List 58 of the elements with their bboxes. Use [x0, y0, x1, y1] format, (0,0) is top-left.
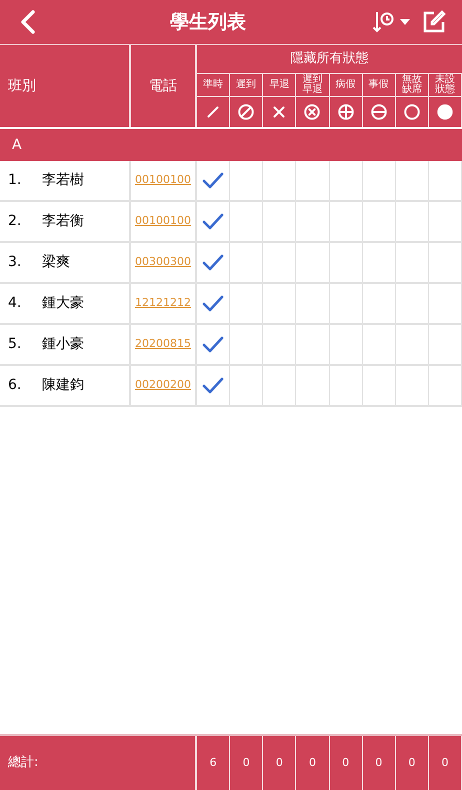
edit-icon: [422, 10, 446, 34]
phone-link[interactable]: 00300300: [135, 254, 191, 271]
phone-link[interactable]: 00100100: [135, 172, 191, 189]
phone-link[interactable]: 20200815: [135, 336, 191, 353]
status-header: 未設狀態: [434, 75, 455, 95]
sort-button[interactable]: [372, 10, 410, 34]
status-header: 事假: [368, 80, 389, 90]
check-icon: [202, 212, 224, 230]
row-number: 4.: [8, 294, 22, 313]
phone-link[interactable]: 00200200: [135, 377, 191, 394]
status-header: 遲到: [236, 80, 256, 90]
student-name: 李若衡: [42, 212, 84, 231]
status-header: 病假: [336, 80, 356, 90]
hide-all-statuses-button[interactable]: 隱藏所有狀態: [197, 45, 462, 74]
student-name: 李若樹: [42, 171, 84, 190]
status-header: 準時: [203, 80, 224, 90]
row-number: 1.: [8, 171, 22, 190]
phone-link[interactable]: 12121212: [135, 295, 191, 312]
check-icon: [202, 376, 224, 394]
total-count: 6: [210, 754, 217, 771]
status-header: 遲到早退: [302, 75, 322, 95]
edit-button[interactable]: [422, 10, 446, 34]
circle-plus-icon: [336, 103, 355, 121]
student-name: 鍾小豪: [42, 335, 84, 354]
check-icon: [202, 172, 224, 190]
check-icon: [202, 294, 224, 312]
total-count: 0: [375, 754, 382, 771]
filled-circle-icon: [436, 103, 454, 121]
caret-icon: [400, 19, 410, 25]
total-count: 0: [441, 754, 448, 771]
total-count: 0: [342, 754, 350, 771]
total-count: 0: [308, 754, 316, 771]
circle-icon: [402, 103, 421, 121]
row-number: 2.: [8, 212, 22, 231]
totals-label: 總計:: [8, 754, 38, 772]
circle-minus-icon: [370, 103, 388, 121]
row-number: 5.: [8, 335, 22, 354]
circle-slash-icon: [237, 103, 256, 121]
group-label: A: [12, 136, 22, 154]
check-icon: [202, 254, 224, 272]
down-arrow-clock-icon: [372, 10, 396, 34]
student-name: 梁爽: [42, 253, 70, 272]
back-icon: [19, 9, 37, 35]
status-header: 早退: [269, 80, 290, 90]
student-name: 陳建鈞: [42, 376, 84, 395]
total-count: 0: [242, 754, 250, 771]
circle-cross-icon: [303, 103, 322, 121]
page-title: 學生列表: [170, 10, 246, 35]
column-header: 班別: [8, 76, 36, 96]
row-number: 3.: [8, 253, 22, 272]
column-header: 電話: [149, 76, 177, 96]
total-count: 0: [276, 754, 283, 771]
check-icon: [202, 336, 224, 354]
row-number: 6.: [8, 376, 22, 395]
phone-link[interactable]: 00100100: [135, 213, 191, 230]
status-header: 無故缺席: [402, 75, 422, 95]
total-count: 0: [408, 754, 416, 771]
student-name: 鍾大豪: [42, 294, 84, 313]
